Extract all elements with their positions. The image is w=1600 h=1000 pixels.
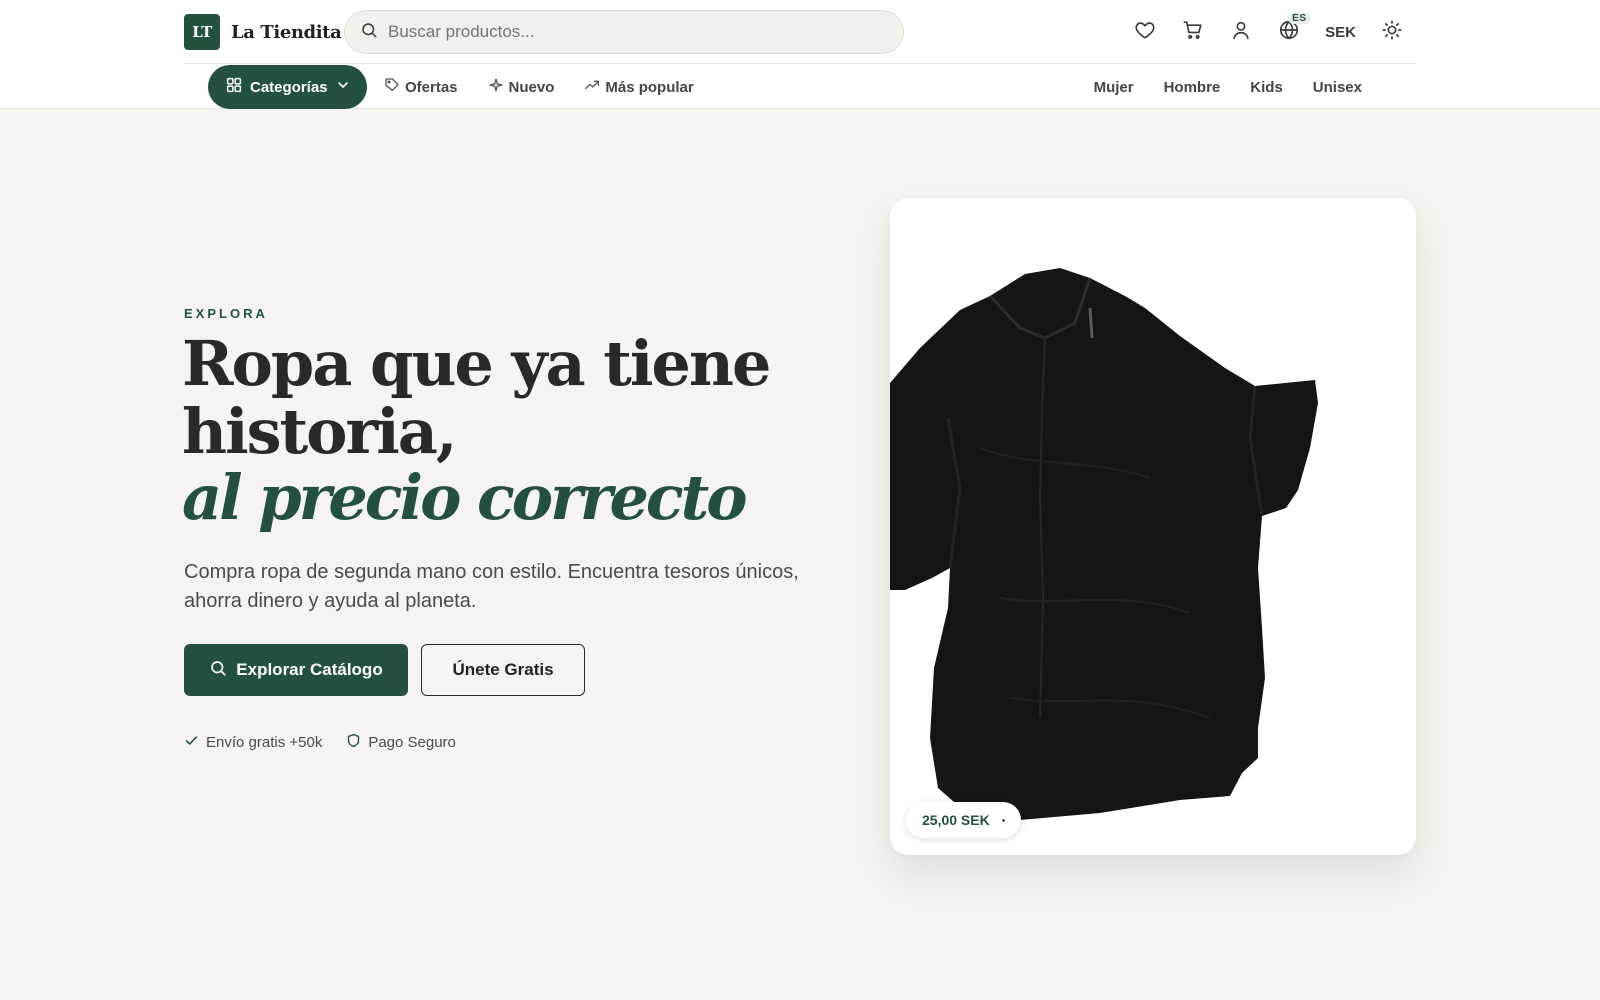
featured-product-card[interactable]: 25,00 SEK: [890, 198, 1416, 855]
theme-toggle[interactable]: [1368, 12, 1416, 52]
join-free-button[interactable]: Únete Gratis: [421, 644, 585, 696]
trending-icon: [584, 77, 600, 97]
cart-button[interactable]: [1169, 12, 1217, 52]
account-button[interactable]: [1217, 12, 1265, 52]
search-icon: [209, 659, 227, 682]
heart-icon: [1134, 19, 1156, 46]
nav-link-mas-popular[interactable]: Más popular: [584, 77, 694, 97]
check-icon: [184, 733, 199, 752]
currency-selector[interactable]: SEK: [1313, 12, 1368, 52]
user-icon: [1230, 19, 1252, 46]
brand-name: La Tiendita: [231, 21, 342, 43]
nav-link-kids[interactable]: Kids: [1250, 79, 1283, 96]
trust-badges: Envío gratis +50k Pago Seguro: [184, 733, 456, 752]
categories-button[interactable]: Categorías: [208, 65, 367, 109]
shield-icon: [346, 733, 361, 752]
explore-catalog-button[interactable]: Explorar Catálogo: [184, 644, 408, 696]
sparkle-icon: [488, 77, 504, 97]
search-bar: [344, 10, 904, 54]
nav-links: Ofertas Nuevo Más popular: [384, 65, 694, 109]
gender-nav: Mujer Hombre Kids Unisex: [1094, 65, 1362, 109]
price-separator-dot: [1001, 818, 1005, 822]
header-actions: ES SEK: [1121, 12, 1416, 52]
sun-icon: [1381, 19, 1403, 46]
categories-label: Categorías: [250, 78, 328, 96]
nav-link-mujer[interactable]: Mujer: [1094, 79, 1134, 96]
trust-label: Envío gratis +50k: [206, 734, 323, 751]
header-top-row: LT La Tiendita Buscar productos... ES SE…: [184, 0, 1416, 64]
wishlist-button[interactable]: [1121, 12, 1169, 52]
nav-link-label: Más popular: [605, 78, 694, 96]
product-price: 25,00 SEK: [922, 812, 990, 828]
search-input[interactable]: [388, 22, 868, 42]
search-icon: [360, 21, 378, 44]
chevron-down-icon: [335, 77, 351, 97]
logo[interactable]: LT La Tiendita: [184, 14, 342, 50]
language-badge: ES: [1288, 13, 1311, 24]
hero-subtext: Compra ropa de segunda mano con estilo. …: [184, 561, 799, 612]
headline-line-1: Ropa que ya tiene: [182, 327, 771, 400]
explore-catalog-label: Explorar Catálogo: [236, 660, 383, 679]
nav-link-label: Nuevo: [508, 78, 555, 96]
language-button[interactable]: ES: [1265, 12, 1313, 52]
nav-link-ofertas[interactable]: Ofertas: [384, 77, 458, 97]
cart-icon: [1182, 19, 1204, 46]
hero-eyebrow: EXPLORA: [184, 306, 268, 321]
hero-headline-accent: al precio correcto: [182, 461, 748, 534]
trust-label: Pago Seguro: [368, 734, 456, 751]
main-nav: Categorías Ofertas Nuevo Más popular Muj…: [208, 65, 1392, 109]
nav-link-nuevo[interactable]: Nuevo: [488, 77, 555, 97]
hero-headline: Ropa que ya tiene historia,: [182, 327, 771, 468]
logo-mark: LT: [184, 14, 220, 50]
headline-line-2: historia,: [182, 395, 458, 468]
product-image: [890, 268, 1370, 843]
site-header: LT La Tiendita Buscar productos... ES SE…: [0, 0, 1600, 109]
nav-link-label: Ofertas: [405, 78, 458, 96]
grid-icon: [225, 76, 243, 98]
trust-free-shipping: Envío gratis +50k: [184, 733, 322, 752]
price-tag: 25,00 SEK: [906, 802, 1021, 838]
nav-link-unisex[interactable]: Unisex: [1313, 79, 1362, 96]
tag-icon: [384, 77, 400, 97]
nav-link-hombre[interactable]: Hombre: [1164, 79, 1221, 96]
trust-secure-payment: Pago Seguro: [346, 733, 456, 752]
